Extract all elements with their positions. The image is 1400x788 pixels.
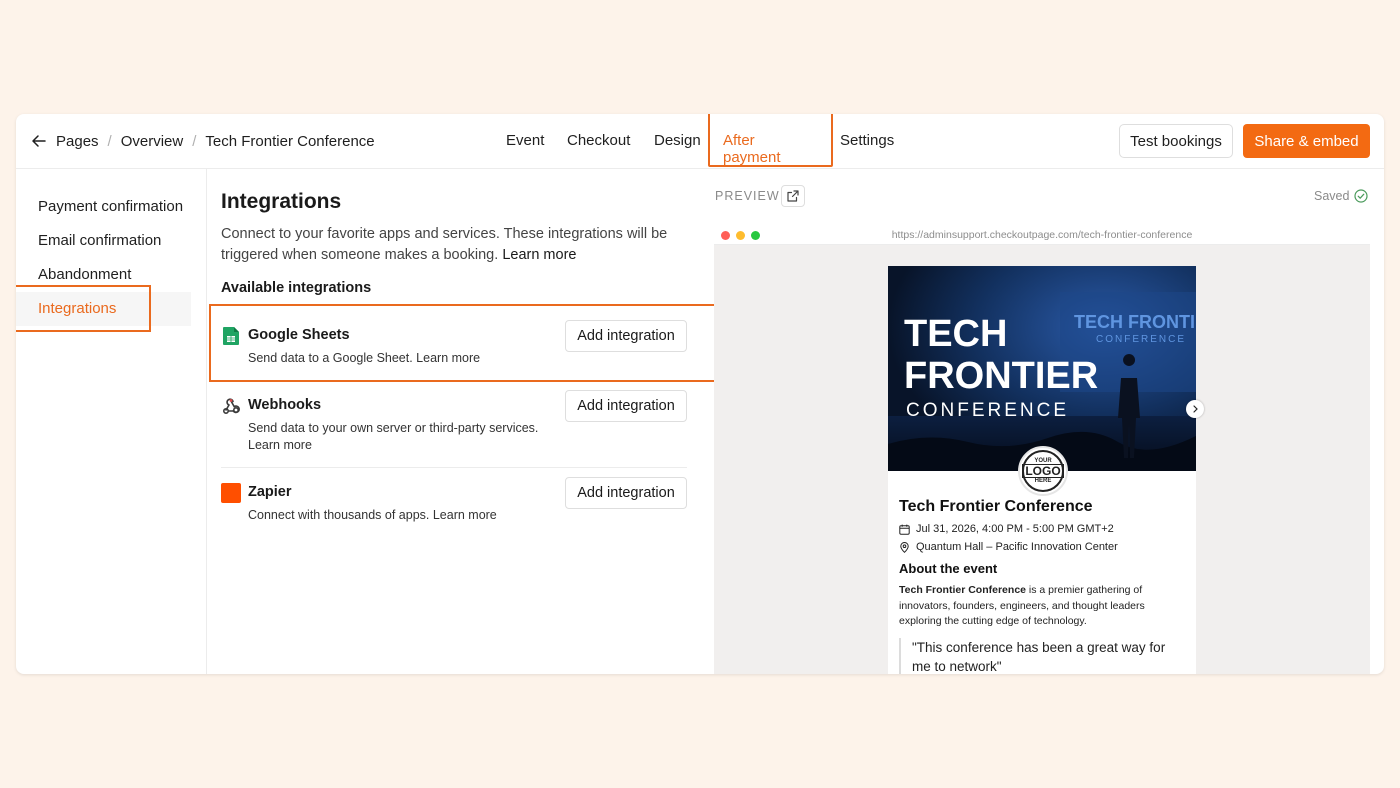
settings-sidebar: Payment confirmation Email confirmation …: [16, 169, 207, 674]
logo-line3: HERE: [1034, 478, 1052, 484]
available-integrations-heading: Available integrations: [221, 280, 372, 296]
hero-screen-line1: TECH FRONTIER: [1074, 312, 1196, 332]
description-text: Connect to your favorite apps and servic…: [221, 226, 668, 263]
hero-title-line3: CONFERENCE: [906, 400, 1069, 421]
event-title: Tech Frontier Conference: [899, 498, 1093, 515]
integration-name: Zapier: [248, 484, 292, 500]
top-bar: Pages / Overview / Tech Frontier Confere…: [16, 114, 1384, 169]
saved-label: Saved: [1314, 189, 1350, 203]
hero-screen-line2: CONFERENCE: [1096, 334, 1186, 345]
testimonial-quote: "This conference has been a great way fo…: [899, 638, 1184, 674]
google-sheets-icon: [223, 327, 239, 345]
about-heading: About the event: [899, 561, 998, 576]
breadcrumb-current-page: Tech Frontier Conference: [205, 132, 375, 150]
breadcrumb-separator: /: [107, 132, 112, 150]
add-zapier-button[interactable]: Add integration: [565, 477, 687, 509]
conference-stage-image: TECH FRONTIER CONFERENCE TECH FRONTIER C…: [888, 266, 1196, 471]
tab-checkout[interactable]: Checkout: [567, 132, 630, 149]
preview-panel: PREVIEW Saved https://adminsupport.check…: [714, 169, 1384, 674]
add-google-sheets-button[interactable]: Add integration: [565, 320, 687, 352]
tab-event[interactable]: Event: [506, 132, 544, 149]
share-embed-button[interactable]: Share & embed: [1243, 124, 1370, 158]
integration-name: Google Sheets: [248, 327, 350, 343]
hero-title-line2: FRONTIER: [904, 355, 1098, 397]
breadcrumb-pages[interactable]: Pages: [56, 133, 99, 150]
external-link-icon: [787, 190, 799, 202]
breadcrumb: Pages / Overview / Tech Frontier Confere…: [30, 132, 375, 150]
browser-mockup: https://adminsupport.checkoutpage.com/te…: [714, 225, 1370, 674]
integration-name: Webhooks: [248, 397, 322, 413]
about-text: Tech Frontier Conference is a premier ga…: [899, 583, 1189, 630]
preview-label: PREVIEW: [715, 189, 780, 203]
sidebar-item-abandonment[interactable]: Abandonment: [38, 266, 131, 283]
logo-placeholder: YOUR LOGO HERE: [1022, 450, 1064, 492]
event-location-text: Quantum Hall – Pacific Innovation Center: [916, 541, 1118, 553]
chevron-right-icon: [1193, 405, 1198, 413]
add-webhooks-button[interactable]: Add integration: [565, 390, 687, 422]
about-bold: Tech Frontier Conference: [899, 584, 1026, 596]
learn-more-link[interactable]: Learn more: [502, 247, 576, 263]
divider: [221, 467, 687, 468]
integrations-description: Connect to your favorite apps and servic…: [221, 224, 691, 266]
logo-line2: LOGO: [1022, 464, 1064, 478]
test-bookings-button[interactable]: Test bookings: [1119, 124, 1233, 158]
integration-description: Connect with thousands of apps. Learn mo…: [248, 508, 497, 522]
event-date: Jul 31, 2026, 4:00 PM - 5:00 PM GMT+2: [899, 523, 1114, 535]
breadcrumb-separator: /: [192, 132, 197, 150]
check-circle-icon: [1354, 189, 1369, 203]
carousel-next-button[interactable]: [1186, 400, 1204, 418]
zapier-icon: [221, 483, 241, 503]
event-location: Quantum Hall – Pacific Innovation Center: [899, 541, 1118, 553]
browser-bar: https://adminsupport.checkoutpage.com/te…: [714, 225, 1370, 245]
tab-design[interactable]: Design: [654, 132, 701, 149]
app-window: Pages / Overview / Tech Frontier Confere…: [16, 114, 1384, 674]
tab-settings[interactable]: Settings: [840, 132, 894, 149]
sidebar-item-email-confirmation[interactable]: Email confirmation: [38, 232, 161, 249]
location-pin-icon: [900, 541, 909, 553]
page-title: Integrations: [221, 190, 342, 213]
event-date-text: Jul 31, 2026, 4:00 PM - 5:00 PM GMT+2: [916, 523, 1114, 535]
sidebar-item-payment-confirmation[interactable]: Payment confirmation: [38, 198, 183, 215]
webhook-icon: [222, 398, 240, 415]
hero-title-line1: TECH: [904, 313, 1007, 355]
arrow-left-icon[interactable]: [30, 132, 48, 150]
saved-status: Saved: [1314, 189, 1369, 203]
integration-description: Send data to a Google Sheet. Learn more: [248, 351, 481, 365]
integration-description: Send data to your own server or third-pa…: [248, 421, 539, 452]
integrations-panel: Integrations Connect to your favorite ap…: [208, 169, 725, 674]
breadcrumb-overview[interactable]: Overview: [121, 133, 184, 150]
organizer-logo: YOUR LOGO HERE: [1018, 446, 1068, 496]
open-preview-button[interactable]: [781, 185, 805, 207]
event-hero-image: TECH FRONTIER CONFERENCE TECH FRONTIER C…: [888, 266, 1196, 471]
preview-url: https://adminsupport.checkoutpage.com/te…: [891, 229, 1193, 241]
event-card: TECH FRONTIER CONFERENCE TECH FRONTIER C…: [888, 266, 1204, 674]
tab-after-payment[interactable]: After payment: [723, 132, 781, 166]
sidebar-item-integrations[interactable]: Integrations: [38, 300, 116, 317]
calendar-icon: [899, 524, 910, 535]
